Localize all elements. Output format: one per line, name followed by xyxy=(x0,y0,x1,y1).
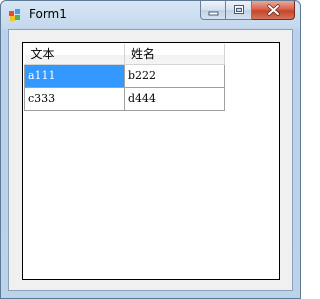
minimize-icon xyxy=(208,11,219,16)
datagrid[interactable]: 文本 姓名 a111 b222 c333 d444 xyxy=(24,44,278,278)
data-table: 文本 姓名 a111 b222 c333 d444 xyxy=(24,44,225,111)
close-icon xyxy=(267,4,280,16)
table-cell[interactable]: c333 xyxy=(24,86,125,111)
table-row: c333 d444 xyxy=(24,86,225,111)
column-header-text[interactable]: 文本 xyxy=(24,44,125,65)
form1-window: Form1 文本 姓名 a111 b222 c333 d444 xyxy=(0,0,301,299)
table-row: a111 b222 xyxy=(24,63,225,88)
window-title: Form1 xyxy=(29,7,67,21)
table-cell[interactable]: d444 xyxy=(124,86,225,111)
table-cell-selected[interactable]: a111 xyxy=(24,63,125,88)
minimize-button[interactable] xyxy=(200,1,226,20)
caption-buttons xyxy=(200,1,295,21)
maximize-icon xyxy=(234,5,244,14)
form-client-area: 文本 姓名 a111 b222 c333 d444 xyxy=(8,29,293,291)
close-button[interactable] xyxy=(252,1,295,20)
maximize-button[interactable] xyxy=(226,1,252,20)
windows-form-icon[interactable] xyxy=(9,9,21,21)
table-cell[interactable]: b222 xyxy=(124,63,225,88)
datagrid-container: 文本 姓名 a111 b222 c333 d444 xyxy=(22,42,280,280)
header-row: 文本 姓名 xyxy=(24,44,225,65)
column-header-name[interactable]: 姓名 xyxy=(124,44,225,65)
title-bar[interactable]: Form1 xyxy=(1,1,300,29)
